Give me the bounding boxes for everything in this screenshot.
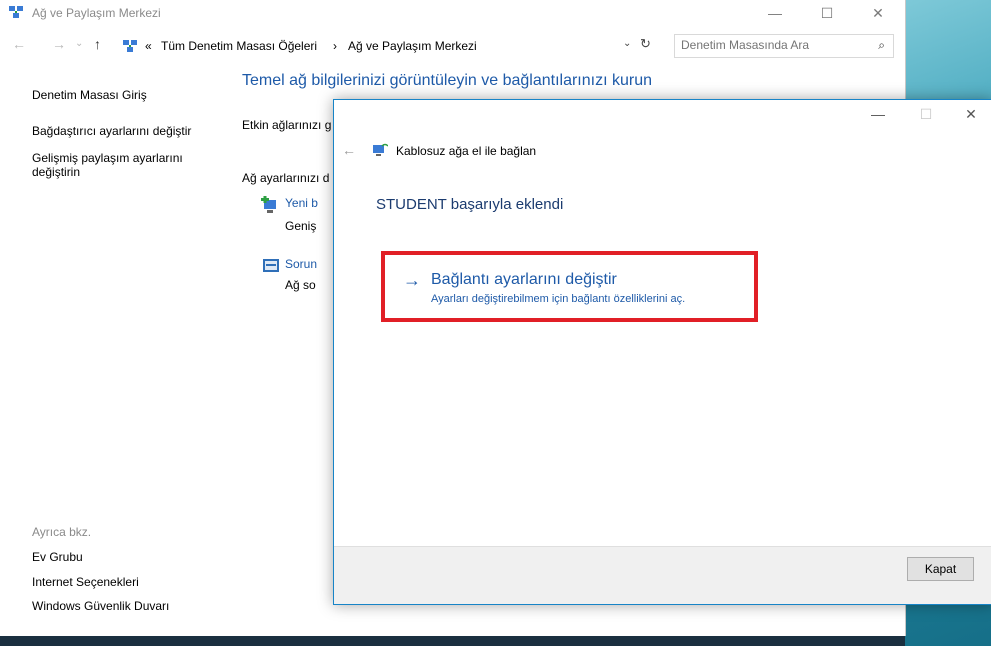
troubleshoot-desc: Ağ so (285, 278, 316, 292)
minimize-button[interactable]: — (752, 0, 798, 26)
change-connection-settings-command[interactable]: → Bağlantı ayarlarını değiştir Ayarları … (381, 251, 758, 322)
sidebar-internet-options-link[interactable]: Internet Seçenekleri (32, 575, 139, 589)
maximize-button[interactable]: ☐ (804, 0, 850, 26)
dialog-title: Kablosuz ağa el ile bağlan (396, 144, 537, 158)
window-title: Ağ ve Paylaşım Merkezi (32, 6, 161, 20)
new-connection-desc: Geniş (285, 219, 317, 233)
success-heading: STUDENT başarıyla eklendi (376, 196, 564, 213)
search-icon[interactable]: ⌕ (878, 38, 885, 53)
search-input[interactable] (681, 38, 861, 52)
change-settings-label: Ağ ayarlarınızı d (242, 171, 330, 185)
sidebar-firewall-link[interactable]: Windows Güvenlik Duvarı (32, 599, 169, 613)
up-arrow-icon[interactable]: ↑ (94, 36, 101, 52)
dialog-footer: Kapat (334, 546, 991, 604)
dialog-maximize-button: ☐ (919, 106, 933, 122)
sidebar-see-also-label: Ayrıca bkz. (32, 525, 92, 539)
kapat-button[interactable]: Kapat (907, 557, 974, 581)
wireless-network-icon (373, 143, 388, 156)
breadcrumb-overflow[interactable]: « (145, 39, 152, 53)
new-connection-icon (261, 196, 276, 213)
sidebar-sharing-settings-link-2[interactable]: değiştirin (32, 165, 80, 179)
sidebar-home-link[interactable]: Denetim Masası Giriş (32, 88, 147, 102)
dialog-back-icon[interactable]: ← (342, 142, 356, 158)
dialog-close-button[interactable]: ✕ (951, 106, 991, 126)
dialog-minimize-button[interactable]: — (858, 106, 898, 126)
sidebar-homegroup-link[interactable]: Ev Grubu (32, 550, 83, 564)
arrow-right-icon: → (403, 270, 421, 290)
sidebar-adapter-settings-link[interactable]: Bağdaştırıcı ayarlarını değiştir (32, 124, 191, 138)
page-title: Temel ağ bilgilerinizi görüntüleyin ve b… (242, 72, 652, 89)
network-icon (123, 40, 137, 52)
search-box[interactable]: ⌕ (674, 34, 894, 58)
chevron-down-icon[interactable]: ⌄ (623, 38, 631, 49)
command-description: Ayarları değiştirebilmem için bağlantı ö… (431, 293, 686, 305)
refresh-icon[interactable]: ↻ (640, 36, 651, 52)
manual-wireless-connect-dialog: — ☐ ✕ ← Kablosuz ağa el ile bağlan STUDE… (333, 99, 991, 605)
breadcrumb-all-items[interactable]: Tüm Denetim Masası Öğeleri (161, 39, 317, 53)
breadcrumb-separator[interactable]: › (333, 39, 337, 53)
close-button[interactable]: ✕ (855, 0, 901, 26)
forward-arrow-icon[interactable]: → (52, 36, 66, 52)
recent-locations-icon[interactable]: ⌄ (75, 38, 83, 49)
breadcrumb-network-center[interactable]: Ağ ve Paylaşım Merkezi (348, 39, 477, 53)
new-connection-link[interactable]: Yeni b (285, 196, 318, 210)
command-title[interactable]: Bağlantı ayarlarını değiştir (431, 271, 617, 289)
network-icon (9, 6, 23, 18)
troubleshoot-link[interactable]: Sorun (285, 257, 317, 271)
sidebar-sharing-settings-link[interactable]: Gelişmiş paylaşım ayarlarını (32, 151, 183, 165)
address-row: ← → ⌄ ↑ « Tüm Denetim Masası Öğeleri › A… (0, 34, 905, 58)
troubleshoot-icon (263, 259, 279, 272)
active-networks-label: Etkin ağlarınızı g (242, 118, 332, 132)
taskbar-edge (0, 636, 905, 646)
back-arrow-icon[interactable]: ← (12, 36, 26, 52)
address-bar[interactable]: « Tüm Denetim Masası Öğeleri › Ağ ve Pay… (114, 34, 669, 58)
title-bar: Ağ ve Paylaşım Merkezi — ☐ ✕ (0, 0, 905, 26)
